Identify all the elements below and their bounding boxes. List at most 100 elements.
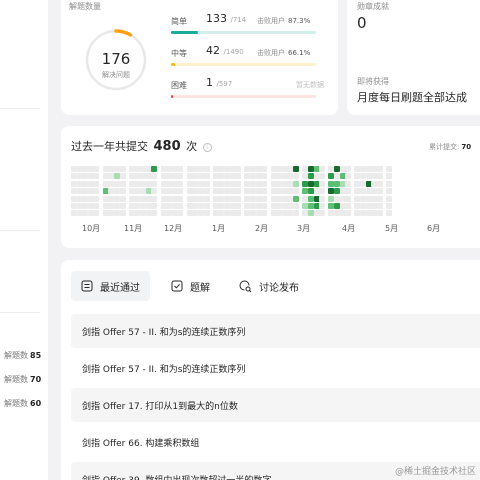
level-name: 困难: [171, 81, 187, 90]
heatmap-cell: [307, 173, 314, 180]
month-label: 11月: [124, 224, 143, 233]
tab-discussions[interactable]: 讨论发布: [229, 271, 309, 301]
heatmap-cell: [93, 210, 100, 217]
heatmap-cell: [151, 210, 158, 217]
heatmap-cell: [235, 210, 242, 217]
heatmap-cell: [203, 203, 210, 209]
month-label: 3月: [297, 224, 311, 233]
level-total: /714: [230, 16, 247, 24]
recent-problem-row[interactable]: 剑指 Offer 17. 打印从1到最大的n位数: [71, 388, 480, 422]
tab-recent-accepted[interactable]: 最近通过: [71, 271, 150, 301]
heatmap-cell: [345, 195, 352, 202]
heatmap-cell: [386, 188, 393, 195]
sidebar-stat: 解题数 70: [4, 375, 42, 384]
heatmap-cell: [386, 173, 393, 180]
heatmap-cell: [261, 166, 268, 172]
heatmap-cell: [197, 173, 204, 180]
heatmap-cell: [197, 166, 204, 172]
heatmap-cell: [119, 166, 126, 172]
heatmap-cell: [119, 180, 126, 187]
heatmap-cell: [151, 188, 158, 195]
heatmap-cell: [177, 195, 184, 202]
month-label: 5月: [385, 224, 399, 233]
heatmap-grid: [71, 166, 480, 222]
heatmap-cell: [177, 188, 184, 195]
list-icon: [81, 280, 93, 292]
badge-count: 0: [357, 14, 367, 32]
heatmap-cell: [93, 166, 100, 172]
heatmap-cell: [203, 188, 210, 195]
sidebar: 解题数 85 解题数 70 解题数 60: [0, 0, 48, 480]
recent-problem-row[interactable]: 剑指 Offer 57 - II. 和为s的连续正数序列: [71, 314, 480, 348]
heatmap-cell: [235, 180, 242, 187]
heatmap-cell: [261, 210, 268, 217]
month-label: 12月: [164, 224, 183, 233]
heatmap-cell: [386, 166, 393, 172]
level-progress-bar: [171, 63, 316, 66]
badge-title: 勋章成就: [357, 2, 389, 11]
heatmap-cell: [386, 180, 393, 187]
recent-problem-row[interactable]: 剑指 Offer 66. 构建乘积数组: [71, 425, 480, 459]
beat-percent: 87.3%: [288, 17, 311, 25]
heatmap-cell: [376, 188, 383, 195]
heatmap-cell: [93, 173, 100, 180]
heatmap-cell: [376, 203, 383, 209]
heatmap-cell: [307, 195, 314, 202]
heatmap-cell: [345, 188, 352, 195]
heatmap-cell: [235, 173, 242, 180]
level-medium: 中等 42 /1490 击败用户 66.1%: [171, 42, 316, 72]
heatmap-cell: [235, 188, 242, 195]
recent-problem-row[interactable]: 剑指 Offer 57 - II. 和为s的连续正数序列: [71, 351, 480, 385]
heatmap-cell: [293, 203, 300, 209]
beat-percent: 66.1%: [288, 49, 311, 57]
info-icon[interactable]: i: [202, 143, 212, 152]
heatmap-cell: [203, 210, 210, 217]
heatmap-cell: [319, 203, 326, 209]
heatmap-cell: [345, 180, 352, 187]
level-name: 中等: [171, 49, 187, 58]
heatmap-cell: [151, 203, 158, 209]
heatmap-cell: [345, 173, 352, 180]
sidebar-divider: [0, 312, 40, 313]
heatmap-cell: [119, 210, 126, 217]
beat-label: 击败用户: [257, 49, 285, 57]
heatmap-cell: [376, 195, 383, 202]
heatmap-cell: [293, 195, 300, 202]
heatmap-cell: [177, 173, 184, 180]
badge-card[interactable]: 勋章成就 0 即将获得 月度每日刷题全部达成: [347, 0, 480, 115]
sidebar-stat: 解题数 85: [4, 351, 42, 360]
level-progress-bar: [171, 31, 316, 34]
heatmap-cell: [151, 166, 158, 172]
solved-card: 解题数量 176 解决问题 简单 133 /714 击败用户 87.3% 中等 4…: [61, 0, 338, 115]
submission-count: 480: [153, 139, 181, 154]
heatmap-cell: [293, 166, 300, 172]
search-comment-icon: [239, 280, 252, 292]
heatmap-cell: [177, 210, 184, 217]
heatmap-cell: [203, 173, 210, 180]
tab-solutions[interactable]: 题解: [161, 271, 220, 301]
level-progress-bar: [171, 95, 316, 98]
heatmap-cell: [293, 180, 300, 187]
heatmap-cell: [307, 210, 314, 217]
next-badge-name: 月度每日刷题全部达成: [357, 91, 467, 104]
submission-heatmap-card: 过去一年共提交 480 次 i 累计提交: 70 10月 11月 12月 1月 2…: [61, 126, 480, 248]
solved-count: 176: [101, 50, 131, 68]
heatmap-cell: [93, 188, 100, 195]
heatmap-cell: [345, 203, 352, 209]
heatmap-cell: [319, 195, 326, 202]
check-box-icon: [171, 280, 183, 292]
watermark: @稀土掘金技术社区: [394, 467, 476, 477]
heatmap-cell: [319, 166, 326, 172]
heatmap-cell: [307, 166, 314, 172]
heatmap-cell: [293, 173, 300, 180]
heatmap-cell: [177, 180, 184, 187]
beat-label: 击败用户: [257, 17, 285, 25]
heatmap-cell: [261, 195, 268, 202]
heatmap-cell: [235, 166, 242, 172]
total-submissions: 累计提交: 70: [429, 143, 472, 151]
heatmap-cell: [197, 195, 204, 202]
heatmap-cell: [376, 180, 383, 187]
sidebar-divider: [0, 108, 40, 109]
next-badge-title: 即将获得: [357, 77, 389, 86]
heatmap-cell: [261, 188, 268, 195]
